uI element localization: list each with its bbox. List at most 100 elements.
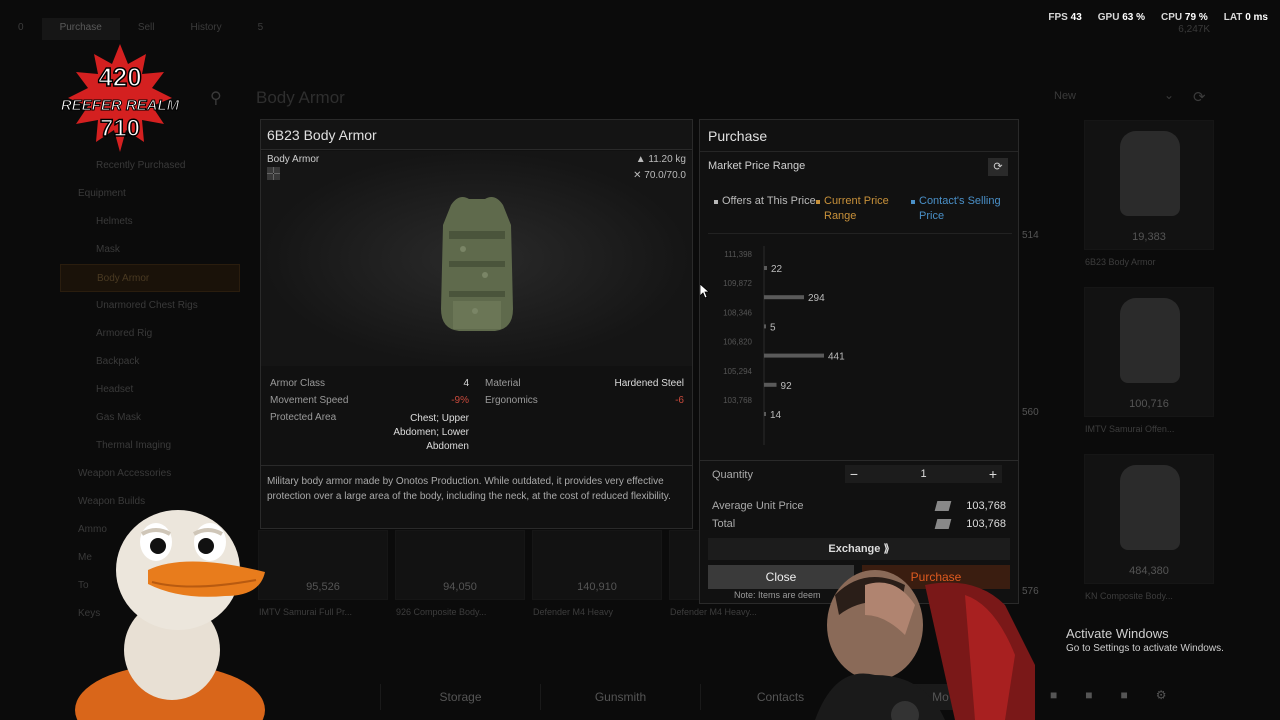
sidebar-item[interactable]: Mask xyxy=(60,236,240,264)
data-label: 294 xyxy=(808,293,825,304)
activate-windows-watermark: Activate Windows Go to Settings to activ… xyxy=(1066,626,1224,654)
legend-dot xyxy=(816,200,820,204)
body-armor-icon xyxy=(1120,298,1180,383)
refresh-icon[interactable]: ⟳ xyxy=(1193,88,1206,106)
data-label: 5 xyxy=(770,322,776,333)
purchase-title: Purchase xyxy=(700,120,1018,152)
sidebar-item[interactable]: Equipment xyxy=(60,180,240,208)
settings-icon[interactable]: ⚙ xyxy=(1156,688,1167,702)
item-weight: ▲ 11.20 kg xyxy=(635,154,686,165)
chat-icon[interactable]: ■ xyxy=(1050,688,1057,702)
market-item-card[interactable]: 140,910 Defender M4 Heavy xyxy=(532,530,662,617)
bar[interactable] xyxy=(764,353,824,358)
item-name: 926 Composite Body... xyxy=(396,607,487,617)
sidebar-item[interactable]: Weapon Accessories xyxy=(60,460,240,488)
lat-readout: LAT 0 ms xyxy=(1223,12,1268,23)
item-name: Defender M4 Heavy... xyxy=(670,607,757,617)
money-balance: 6,247K xyxy=(1178,24,1210,35)
legend-dot xyxy=(714,200,718,204)
bar[interactable] xyxy=(764,324,766,329)
item-name: IMTV Samurai Offen... xyxy=(1085,424,1175,434)
page-title: Body Armor xyxy=(256,88,345,107)
body-armor-icon xyxy=(441,197,513,331)
chevron-down-icon[interactable]: ⌄ xyxy=(1164,88,1174,102)
stat-movement-speed: Movement Speed -9% xyxy=(270,395,469,406)
item-name: KN Composite Body... xyxy=(1085,591,1173,601)
stat-armor-class: Armor Class 4 xyxy=(270,378,469,389)
tab-history[interactable]: History xyxy=(173,18,240,40)
exchange-button[interactable]: Exchange ⟫ xyxy=(708,538,1010,560)
bottom-icons: ■ ■ ■ ⚙ xyxy=(1050,688,1167,702)
rouble-icon xyxy=(934,501,952,511)
grid-icon xyxy=(267,167,280,180)
sidebar-item[interactable]: Unarmored Chest Rigs xyxy=(60,292,240,320)
bar[interactable] xyxy=(764,412,766,416)
data-label: 22 xyxy=(771,264,783,275)
tick-label: 105,294 xyxy=(723,367,752,376)
duck-mascot xyxy=(75,510,265,720)
sort-select[interactable]: New xyxy=(1054,90,1076,102)
nav-gunsmith[interactable]: Gunsmith xyxy=(540,684,700,710)
legend-contact-price: Contact's Selling Price xyxy=(911,194,1015,224)
tick-label: 108,346 xyxy=(723,308,752,317)
quantity-stepper[interactable]: − 1 + xyxy=(845,465,1002,483)
tab-sell[interactable]: Sell xyxy=(120,18,173,40)
quantity-label: Quantity xyxy=(712,469,753,481)
purchase-dialog: Purchase Market Price Range ⟳ Offers at … xyxy=(699,119,1019,604)
sidebar-item[interactable]: Thermal Imaging xyxy=(60,432,240,460)
tick-label: 106,820 xyxy=(723,338,752,347)
item-price: 140,910 xyxy=(577,581,617,593)
market-item-card[interactable]: 484,380 KN Composite Body... xyxy=(1084,454,1214,601)
item-name: 6B23 Body Armor xyxy=(1085,257,1156,267)
sidebar-item[interactable]: Headset xyxy=(60,376,240,404)
quantity-input[interactable]: 1 xyxy=(863,465,984,483)
fps-readout: FPS 43 xyxy=(1048,12,1082,23)
sidebar-item[interactable]: Gas Mask xyxy=(60,404,240,432)
stat-protected-area: Protected Area Chest; Upper Abdomen; Low… xyxy=(270,412,469,452)
sidebar-item[interactable]: Backpack xyxy=(60,348,240,376)
bar[interactable] xyxy=(764,295,804,300)
item-price: 19,383 xyxy=(1132,231,1166,243)
tick-label: 111,398 xyxy=(724,250,752,259)
market-item-card[interactable]: 19,383 6B23 Body Armor xyxy=(1084,120,1214,267)
tab-purchase[interactable]: Purchase xyxy=(41,18,120,40)
search-icon[interactable]: ⚲ xyxy=(210,88,230,108)
item-type: Body Armor xyxy=(267,154,320,165)
legend-dot xyxy=(911,200,915,204)
sidebar-item[interactable]: Body Armor xyxy=(60,264,240,292)
bar[interactable] xyxy=(764,382,777,387)
tick-label: 109,872 xyxy=(723,279,752,288)
body-armor-icon xyxy=(1120,465,1180,550)
market-item-card[interactable]: 100,716 IMTV Samurai Offen... xyxy=(1084,287,1214,434)
svg-text:420: 420 xyxy=(98,62,141,92)
sidebar-item[interactable]: Helmets xyxy=(60,208,240,236)
refresh-icon[interactable]: ⟳ xyxy=(988,158,1008,176)
item-price: 560 xyxy=(1022,407,1039,418)
svg-text:REEFER REALM: REEFER REALM xyxy=(61,97,180,114)
cpu-readout: CPU 79 % xyxy=(1161,12,1208,23)
legend-current-range: Current Price Range xyxy=(816,194,920,224)
market-price-range-label: Market Price Range xyxy=(708,160,806,172)
data-label: 441 xyxy=(828,352,845,363)
plus-button[interactable]: + xyxy=(984,465,1002,483)
mail-icon[interactable]: ■ xyxy=(1085,688,1092,702)
notes-icon[interactable]: ■ xyxy=(1121,688,1128,702)
nav-storage[interactable]: Storage xyxy=(380,684,540,710)
svg-text:710: 710 xyxy=(100,115,140,142)
item-price: 484,380 xyxy=(1129,565,1169,577)
mouse-cursor-icon xyxy=(700,284,710,298)
sidebar-item[interactable]: Armored Rig xyxy=(60,320,240,348)
tab-0[interactable]: 0 xyxy=(0,18,42,40)
item-details-panel: 6B23 Body Armor Body Armor ▲ 11.20 kg ✕ … xyxy=(260,119,693,529)
tab-5[interactable]: 5 xyxy=(240,18,282,40)
item-durability: ✕ 70.0/70.0 xyxy=(633,170,686,181)
quantity-row: Quantity − 1 + xyxy=(700,460,1018,483)
minus-button[interactable]: − xyxy=(845,465,863,483)
market-item-card[interactable]: 94,050 926 Composite Body... xyxy=(395,530,525,617)
item-preview: Body Armor ▲ 11.20 kg ✕ 70.0/70.0 xyxy=(261,151,692,366)
total-price: Total 103,768 xyxy=(712,518,1006,530)
bar[interactable] xyxy=(764,266,767,270)
item-description: Military body armor made by Onotos Produ… xyxy=(261,465,692,512)
stat-material: Material Hardened Steel xyxy=(485,378,684,389)
data-label: 92 xyxy=(781,381,793,392)
